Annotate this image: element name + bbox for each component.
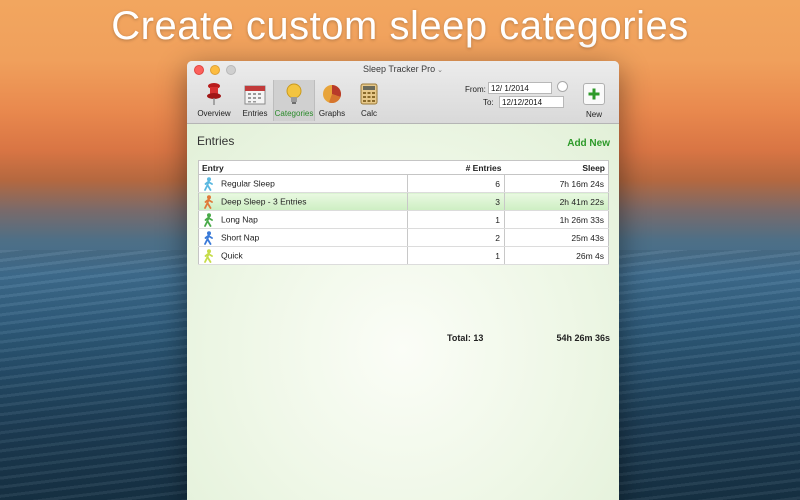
sleeper-figure-icon [204,194,213,209]
toolbar-entries-button[interactable]: Entries [235,81,275,118]
window-title-text: Sleep Tracker Pro [363,64,436,74]
entry-sleep-duration: 26m 4s [504,246,609,265]
entry-cell: Long Nap [198,210,408,229]
from-label: From: [465,85,486,94]
toolbar-graphs-button[interactable]: Graphs [312,81,352,118]
add-new-link[interactable]: Add New [567,138,610,149]
toolbar: Sleep Tracker Pro ⌄ Overview Entries Cat… [187,61,619,124]
entry-name: Long Nap [221,213,258,224]
sleeper-figure-icon [204,248,213,263]
table-row[interactable]: Long Nap 1 1h 26m 33s [198,210,609,229]
column-header-entry[interactable]: Entry [198,160,408,175]
lightbulb-icon [274,81,314,107]
app-window: Sleep Tracker Pro ⌄ Overview Entries Cat… [187,61,619,500]
toolbar-entries-label: Entries [242,109,268,118]
window-title[interactable]: Sleep Tracker Pro ⌄ [187,64,619,74]
entry-cell: Short Nap [198,228,408,247]
toolbar-overview-label: Overview [197,109,231,118]
column-header-sleep[interactable]: Sleep [504,160,609,175]
toolbar-overview-button[interactable]: Overview [194,81,234,118]
entry-sleep-duration: 25m 43s [504,228,609,247]
entry-count: 1 [407,246,505,265]
pushpin-icon [194,81,234,107]
categories-table: Entry # Entries Sleep Regular Sleep 6 7h 1… [198,160,609,265]
to-date-field[interactable]: 12/12/2014 [499,96,564,108]
entry-name: Regular Sleep [221,177,275,188]
new-button-label: New [585,110,602,119]
entry-cell: Quick [198,246,408,265]
entry-sleep-duration: 7h 16m 24s [504,174,609,193]
calendar-icon [235,81,275,107]
entry-name: Quick [221,249,243,260]
toolbar-categories-button[interactable]: Categories [273,80,315,121]
new-button[interactable] [583,83,605,105]
sleeper-figure-icon [204,212,213,227]
toolbar-calc-label: Calc [360,109,377,118]
column-header-count[interactable]: # Entries [407,160,505,175]
entry-name: Short Nap [221,231,260,242]
table-row[interactable]: Quick 1 26m 4s [198,246,609,265]
sleeper-figure-icon [204,176,213,191]
table-row[interactable]: Regular Sleep 6 7h 16m 24s [198,174,609,193]
toolbar-categories-label: Categories [274,109,314,118]
entry-count: 6 [407,174,505,193]
calculator-icon [349,81,389,107]
total-sleep: 54h 26m 36s [556,333,610,343]
entry-count: 1 [407,210,505,229]
page-title: Entries [197,134,235,148]
plus-icon [588,88,600,100]
headline: Create custom sleep categories [111,4,689,48]
entries-panel: Entries Add New Entry # Entries Sleep Re… [187,124,619,500]
date-stepper[interactable] [557,81,568,92]
table-row[interactable]: Deep Sleep - 3 Entries 3 2h 41m 22s [198,192,609,211]
entry-sleep-duration: 2h 41m 22s [504,192,609,211]
entry-cell: Regular Sleep [198,174,408,193]
total-count: Total: 13 [447,333,484,343]
table-header-row: Entry # Entries Sleep [198,160,609,175]
chevron-down-icon: ⌄ [437,67,443,74]
to-label: To: [483,98,494,107]
pie-chart-icon [312,81,352,107]
sleeper-figure-icon [204,230,213,245]
toolbar-calc-button[interactable]: Calc [349,81,389,118]
entry-cell: Deep Sleep - 3 Entries [198,192,408,211]
entry-count: 2 [407,228,505,247]
entry-name: Deep Sleep - 3 Entries [221,195,307,206]
entry-sleep-duration: 1h 26m 33s [504,210,609,229]
entry-count: 3 [407,192,505,211]
toolbar-graphs-label: Graphs [318,109,346,118]
from-date-field[interactable]: 12/ 1/2014 [488,82,552,94]
table-row[interactable]: Short Nap 2 25m 43s [198,228,609,247]
